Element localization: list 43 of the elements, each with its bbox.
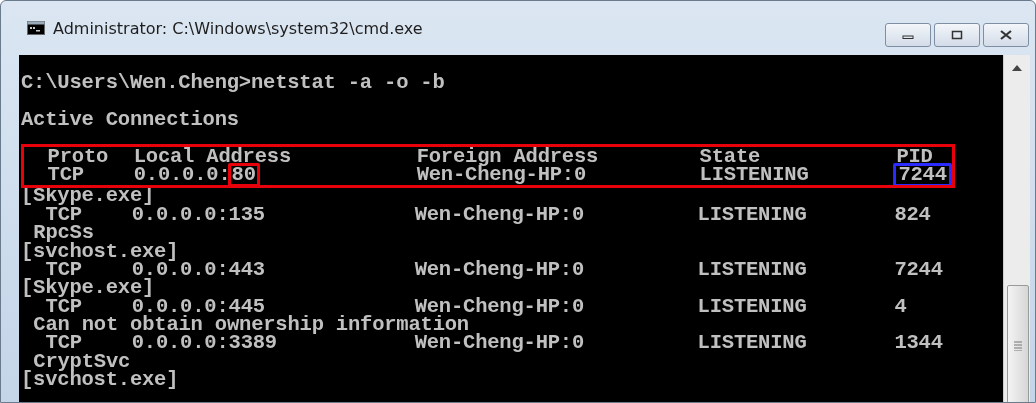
state-text: LISTENING [697,297,808,317]
maximize-button[interactable] [934,23,980,47]
section-heading: Active Connections [21,110,240,130]
foreign-address-text: Wen-Cheng-HP:0 [414,297,586,317]
owner-text: RpcSs [33,224,94,243]
grip-icon [1014,341,1022,351]
protocol-text: TCP [45,205,82,225]
local-port-text: 445 [228,297,265,317]
local-port-text: 135 [228,205,265,225]
local-port-text: 80 [227,162,260,188]
maximize-icon [951,30,963,40]
console-icon [27,21,45,35]
column-header: Proto [47,147,110,166]
pid-text: 4 [894,297,907,317]
owner-text: CryptSvc [33,352,131,372]
state-text: LISTENING [699,165,810,185]
state-text: LISTENING [697,260,808,280]
pid-text: 824 [894,205,931,225]
foreign-address-text: Wen-Cheng-HP:0 [414,334,586,353]
owner-text: [svchost.exe] [21,371,180,390]
protocol-text: TCP [47,165,85,185]
command-line: C:\Users\Wen.Cheng>netstat -a -o -b [21,74,446,93]
window-title: Administrator: C:\Windows\system32\cmd.exe [53,18,424,38]
close-icon [999,30,1013,40]
foreign-address-text: Wen-Cheng-HP:0 [414,205,586,225]
column-header: Foreign Address [416,147,600,166]
owner-text: [svchost.exe] [21,242,179,261]
protocol-text: TCP [45,297,82,317]
pid-text: 1344 [894,334,943,353]
state-text: LISTENING [697,334,808,353]
state-text: LISTENING [697,205,808,225]
scroll-up-icon[interactable] [1012,65,1022,71]
column-header: State [699,147,761,166]
close-button[interactable] [983,23,1029,47]
scroll-thumb[interactable] [1007,285,1029,402]
local-port-text: 3389 [228,334,277,353]
foreign-address-text: Wen-Cheng-HP:0 [416,165,588,185]
protocol-text: TCP [45,334,82,353]
pid-text: 7244 [893,162,952,188]
local-port-text: 443 [228,260,265,280]
scrollbar[interactable] [1003,55,1030,402]
foreign-address-text: Wen-Cheng-HP:0 [414,260,586,280]
pid-text: 7244 [894,260,943,280]
